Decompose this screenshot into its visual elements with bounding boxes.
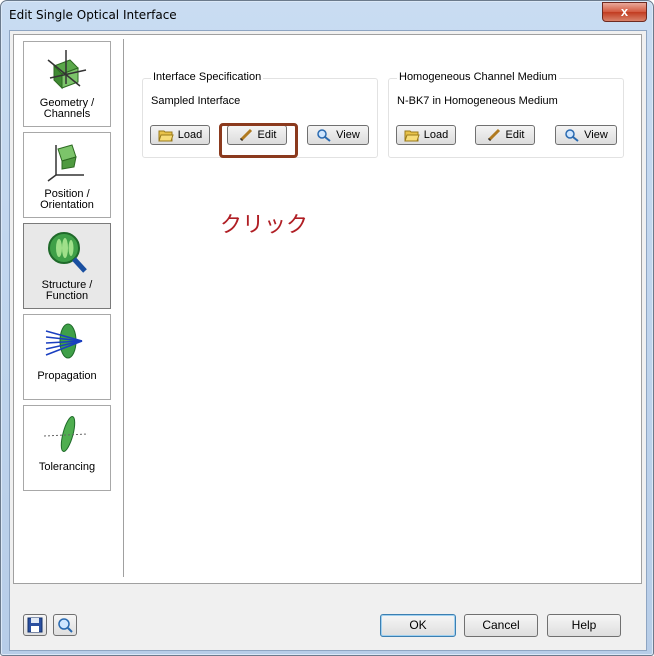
channel-medium-group: Homogeneous Channel Medium N-BK7 in Homo…	[388, 71, 624, 158]
title-bar: Edit Single Optical Interface x	[1, 1, 653, 29]
cancel-button[interactable]: Cancel	[464, 614, 538, 637]
floppy-disk-icon	[27, 617, 43, 633]
nav-label-tolerancing: Tolerancing	[38, 461, 96, 473]
nav-item-tolerancing[interactable]: Tolerancing	[23, 405, 111, 491]
interface-spec-value: Sampled Interface	[151, 95, 241, 107]
medium-edit-button[interactable]: Edit	[475, 125, 535, 145]
nav-separator	[123, 39, 124, 577]
channel-medium-value: N-BK7 in Homogeneous Medium	[397, 95, 558, 107]
propagation-icon	[45, 323, 83, 359]
structure-icon	[48, 232, 87, 273]
help-button[interactable]: Help	[547, 614, 621, 637]
interface-view-button[interactable]: View	[307, 125, 369, 145]
position-icon	[47, 144, 84, 182]
medium-view-label: View	[584, 129, 608, 141]
medium-view-button[interactable]: View	[555, 125, 617, 145]
nav-label-propagation: Propagation	[37, 370, 97, 382]
main-panel: Geometry / Channels Position / Orientati…	[13, 34, 642, 584]
interface-spec-title: Interface Specification	[151, 71, 264, 83]
edit-highlight-box	[219, 123, 298, 158]
folder-open-icon	[404, 130, 420, 142]
save-button[interactable]	[23, 614, 47, 636]
dialog-window: Edit Single Optical Interface x Geometry…	[0, 0, 654, 656]
medium-load-button[interactable]: Load	[396, 125, 456, 145]
dialog-client-area: Geometry / Channels Position / Orientati…	[9, 30, 647, 651]
channel-medium-title: Homogeneous Channel Medium	[397, 71, 559, 83]
medium-load-label: Load	[423, 129, 449, 141]
preview-button[interactable]	[53, 614, 77, 636]
interface-load-label: Load	[177, 129, 203, 141]
ok-button[interactable]: OK	[380, 614, 456, 637]
interface-load-button[interactable]: Load	[150, 125, 210, 145]
interface-view-label: View	[336, 129, 360, 141]
nav-label-position: Position / Orientation	[40, 188, 94, 211]
medium-edit-label: Edit	[505, 129, 525, 141]
close-icon: x	[620, 4, 629, 19]
tolerancing-icon	[44, 416, 88, 452]
window-title: Edit Single Optical Interface	[9, 8, 177, 22]
click-annotation: クリック	[220, 213, 309, 238]
pencil-icon	[487, 128, 500, 142]
folder-open-icon	[158, 130, 174, 142]
magnifier-icon	[565, 129, 579, 142]
nav-item-position[interactable]: Position / Orientation	[23, 132, 111, 218]
magnifier-icon	[58, 618, 73, 633]
magnifier-icon	[317, 129, 331, 142]
nav-item-structure[interactable]: Structure / Function	[23, 223, 111, 309]
nav-item-geometry[interactable]: Geometry / Channels	[23, 41, 111, 127]
close-button[interactable]: x	[602, 2, 647, 22]
geometry-icon	[47, 50, 87, 90]
nav-item-propagation[interactable]: Propagation	[23, 314, 111, 400]
nav-label-structure: Structure / Function	[41, 279, 93, 302]
nav-label-geometry: Geometry / Channels	[39, 97, 95, 120]
